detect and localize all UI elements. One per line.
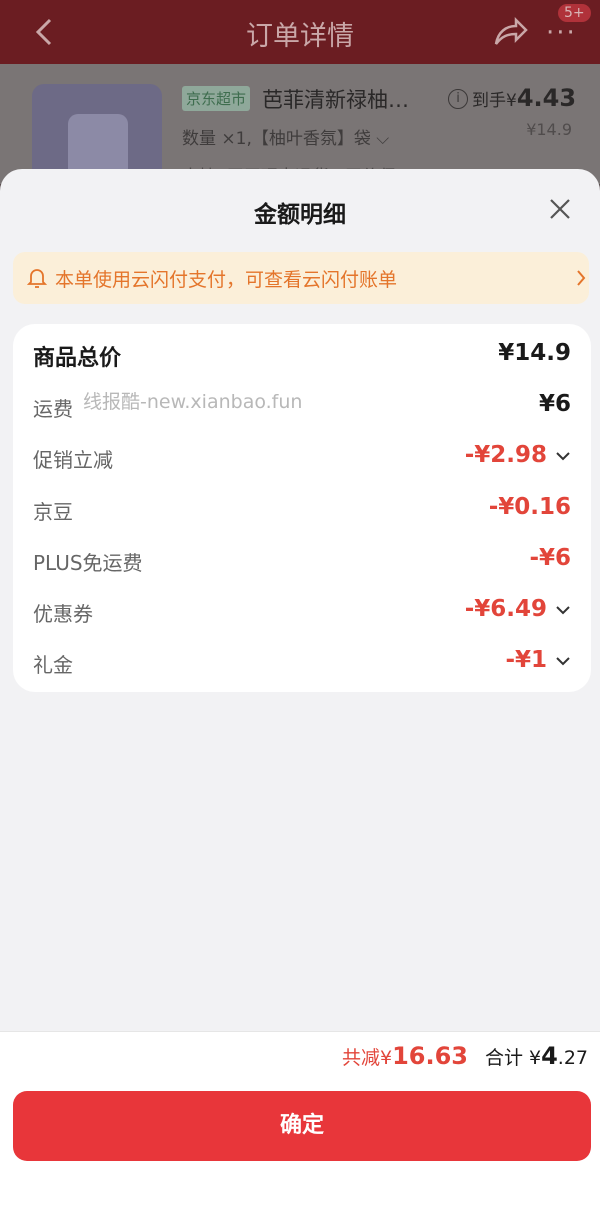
row-label: 运费: [33, 397, 73, 421]
chevron-down-icon[interactable]: [555, 450, 571, 462]
chevron-right-icon: [577, 270, 586, 286]
message-badge: 5+: [558, 4, 591, 22]
original-price: ¥14.9: [526, 120, 572, 139]
row-label: 礼金: [33, 653, 73, 677]
checkout-footer: 共减¥16.63 合计 ¥4.27 确定: [0, 1031, 600, 1221]
row-amount: -¥6.49: [464, 596, 547, 622]
close-icon[interactable]: [546, 195, 574, 223]
row-gift-money[interactable]: 礼金 -¥1: [13, 643, 591, 683]
row-label: 优惠券: [33, 602, 93, 626]
more-icon[interactable]: ···: [546, 18, 577, 48]
row-amount: -¥1: [505, 647, 547, 673]
info-icon[interactable]: i: [448, 89, 468, 109]
amount-breakdown-card: 商品总价 ¥14.9 运费 ¥6 促销立减 -¥2.98 京豆 -¥0.16 P…: [13, 324, 591, 692]
product-name: 芭菲清新禄柚…: [262, 88, 409, 112]
sheet-title: 金额明细: [254, 202, 346, 228]
payment-notice[interactable]: 本单使用云闪付支付，可查看云闪付账单: [13, 252, 589, 304]
store-tag: 京东超市: [182, 86, 251, 111]
watermark-text: 线报酷-new.xianbao.fun: [83, 391, 303, 413]
row-goods-total: 商品总价 ¥14.9: [13, 336, 591, 376]
row-amount: -¥2.98: [464, 442, 547, 468]
row-label: 京豆: [33, 500, 73, 524]
total-savings: 共减¥16.63: [341, 1042, 468, 1070]
deal-price: 到手¥4.43: [472, 84, 577, 112]
row-amount: -¥0.16: [488, 494, 571, 520]
row-amount: ¥14.9: [498, 340, 571, 366]
row-jingdou: 京豆 -¥0.16: [13, 490, 591, 530]
notice-text: 本单使用云闪付支付，可查看云闪付账单: [55, 269, 398, 291]
chevron-down-icon[interactable]: [555, 655, 571, 667]
row-promotion[interactable]: 促销立减 -¥2.98: [13, 438, 591, 478]
row-amount: -¥6: [529, 545, 571, 571]
bell-icon: [27, 269, 47, 288]
row-label: 促销立减: [33, 448, 113, 472]
row-label: 商品总价: [33, 346, 122, 371]
row-coupon[interactable]: 优惠券 -¥6.49: [13, 592, 591, 632]
confirm-button[interactable]: 确定: [13, 1091, 591, 1161]
amount-detail-sheet: 金额明细 本单使用云闪付支付，可查看云闪付账单 商品总价 ¥14.9 运费 ¥6…: [0, 169, 600, 1221]
row-label: PLUS免运费: [33, 551, 143, 575]
order-total: 合计 ¥4.27: [484, 1042, 588, 1070]
page-header: 订单详情 ··· 5+: [0, 0, 600, 64]
row-amount: ¥6: [538, 391, 571, 417]
chevron-down-icon[interactable]: [555, 604, 571, 616]
order-item: 京东超市 芭菲清新禄柚… i 到手¥4.43 ¥14.9 数量 ×1,【柚叶香氛…: [0, 64, 600, 224]
share-icon[interactable]: [490, 12, 530, 52]
row-plus-free-shipping: PLUS免运费 -¥6: [13, 541, 591, 581]
quantity-spec: 数量 ×1,【柚叶香氛】袋 ⌵: [182, 129, 390, 149]
